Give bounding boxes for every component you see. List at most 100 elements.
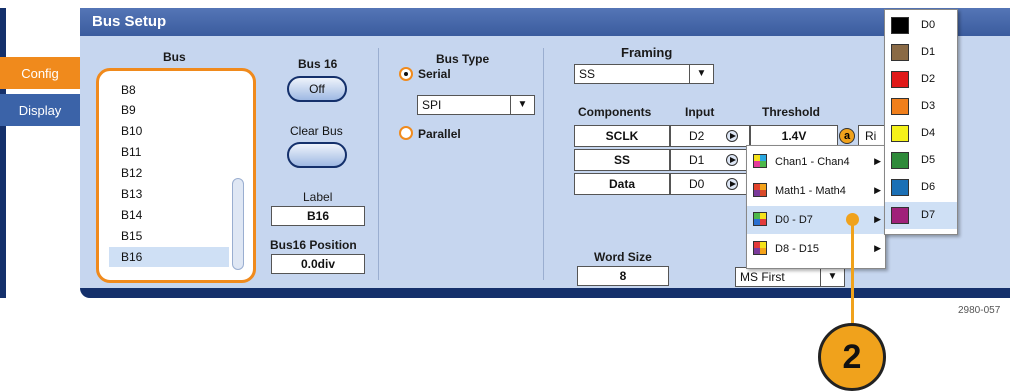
- protocol-value: SPI: [422, 98, 442, 112]
- channel-label: D0: [921, 19, 936, 31]
- bus-setup-window: Config Display Bus Setup Bus B8 B9 B10 B…: [0, 0, 1010, 392]
- menu-item-d7[interactable]: D7: [885, 202, 957, 229]
- figure-reference: 2980-057: [958, 305, 1001, 316]
- digital-group-icon: [753, 241, 767, 255]
- serial-label: Serial: [418, 67, 451, 81]
- input-header: Input: [685, 105, 715, 119]
- bus-list-scrollbar[interactable]: [232, 178, 244, 270]
- position-header: Bus16 Position: [270, 238, 357, 252]
- menu-item-d5[interactable]: D5: [885, 147, 957, 174]
- channel-color-swatch: [891, 71, 909, 88]
- label-field[interactable]: B16: [271, 206, 365, 226]
- menu-item-math[interactable]: Math1 - Math4 ▶: [747, 177, 887, 205]
- submenu-arrow-icon: ▶: [874, 214, 881, 224]
- list-item[interactable]: B10: [121, 124, 142, 138]
- menu-item-d6[interactable]: D6: [885, 174, 957, 201]
- clear-bus-button[interactable]: [287, 142, 347, 168]
- channel-color-swatch: [891, 179, 909, 196]
- tab-config[interactable]: Config: [0, 57, 80, 89]
- channel-menu: D0 D1 D2 D3 D4 D5 D6 D7: [884, 9, 958, 235]
- channel-label: D3: [921, 100, 936, 112]
- source-menu: Chan1 - Chan4 ▶ Math1 - Math4 ▶ D0 - D7 …: [746, 145, 887, 269]
- menu-item-chan[interactable]: Chan1 - Chan4 ▶: [747, 148, 887, 176]
- threshold-header: Threshold: [762, 105, 821, 119]
- list-item[interactable]: B15: [121, 229, 142, 243]
- list-item[interactable]: B13: [121, 187, 142, 201]
- knob-a-icon: a: [839, 128, 855, 144]
- bus-type-header: Bus Type: [436, 52, 490, 66]
- components-header: Components: [578, 105, 652, 119]
- threshold-value[interactable]: 1.4V: [750, 125, 838, 147]
- menu-item-d1[interactable]: D1: [885, 39, 957, 66]
- panel-bottom-border: [80, 288, 1010, 298]
- channel-color-swatch: [891, 98, 909, 115]
- list-item[interactable]: B9: [121, 103, 136, 117]
- channel-label: D4: [921, 127, 936, 139]
- menu-item-d0-d7[interactable]: D0 - D7 ▶: [747, 206, 887, 234]
- menu-item-d3[interactable]: D3: [885, 93, 957, 120]
- channel-color-swatch: [891, 125, 909, 142]
- component-input[interactable]: D2: [670, 125, 750, 147]
- serial-radio[interactable]: [399, 67, 413, 81]
- list-item[interactable]: B12: [121, 166, 142, 180]
- input-arrow-icon[interactable]: [726, 178, 738, 190]
- channel-color-swatch: [891, 17, 909, 34]
- menu-item-label: Chan1 - Chan4: [775, 156, 850, 168]
- channel-label: D6: [921, 181, 936, 193]
- menu-item-label: D0 - D7: [775, 214, 813, 226]
- channel-label: D2: [921, 73, 936, 85]
- framing-select[interactable]: SS ▼: [574, 64, 714, 84]
- menu-item-d0[interactable]: D0: [885, 12, 957, 39]
- bus16-label: Bus 16: [298, 57, 338, 71]
- component-name: Data: [574, 173, 670, 195]
- framing-value: SS: [579, 67, 596, 81]
- math-group-icon: [753, 183, 767, 197]
- separator: [378, 48, 379, 280]
- clear-bus-label: Clear Bus: [290, 124, 343, 138]
- component-input[interactable]: D0: [670, 173, 750, 195]
- title-bar: [80, 8, 1010, 36]
- protocol-select[interactable]: SPI ▼: [417, 95, 535, 115]
- menu-item-label: Math1 - Math4: [775, 185, 846, 197]
- word-size-header: Word Size: [594, 250, 652, 264]
- submenu-arrow-icon: ▶: [874, 243, 881, 253]
- word-size-field[interactable]: 8: [577, 266, 669, 286]
- menu-item-d2[interactable]: D2: [885, 66, 957, 93]
- channel-color-swatch: [891, 152, 909, 169]
- panel-title: Bus Setup: [92, 13, 167, 30]
- channel-label: D7: [921, 209, 936, 221]
- dropdown-arrow-icon: ▼: [689, 65, 713, 83]
- framing-header: Framing: [621, 45, 673, 60]
- menu-item-label: D8 - D15: [775, 243, 820, 255]
- label-header: Label: [303, 190, 333, 204]
- channel-color-swatch: [891, 207, 909, 224]
- bus16-toggle-button[interactable]: Off: [287, 76, 347, 102]
- input-arrow-icon[interactable]: [726, 154, 738, 166]
- component-input[interactable]: D1: [670, 149, 750, 171]
- dropdown-arrow-icon: ▼: [820, 268, 844, 286]
- list-item-selected[interactable]: B16: [109, 247, 229, 267]
- component-name: SCLK: [574, 125, 670, 147]
- list-item[interactable]: B14: [121, 208, 142, 222]
- position-field[interactable]: 0.0div: [271, 254, 365, 274]
- bus-header: Bus: [163, 50, 186, 64]
- submenu-arrow-icon: ▶: [874, 156, 881, 166]
- separator: [543, 48, 544, 280]
- input-arrow-icon[interactable]: [726, 130, 738, 142]
- menu-item-d4[interactable]: D4: [885, 120, 957, 147]
- submenu-arrow-icon: ▶: [874, 185, 881, 195]
- parallel-radio[interactable]: [399, 126, 413, 140]
- parallel-label: Parallel: [418, 127, 461, 141]
- tab-display[interactable]: Display: [0, 94, 80, 126]
- component-name: SS: [574, 149, 670, 171]
- callout-line: [851, 218, 854, 328]
- channel-label: D1: [921, 46, 936, 58]
- list-item[interactable]: B11: [121, 145, 141, 159]
- bit-order-select[interactable]: MS First ▼: [735, 267, 845, 287]
- list-item[interactable]: B8: [121, 83, 136, 97]
- digital-group-icon: [753, 212, 767, 226]
- menu-item-d8-d15[interactable]: D8 - D15 ▶: [747, 235, 887, 263]
- channel-label: D5: [921, 154, 936, 166]
- callout-dot: [846, 213, 859, 226]
- channel-color-swatch: [891, 44, 909, 61]
